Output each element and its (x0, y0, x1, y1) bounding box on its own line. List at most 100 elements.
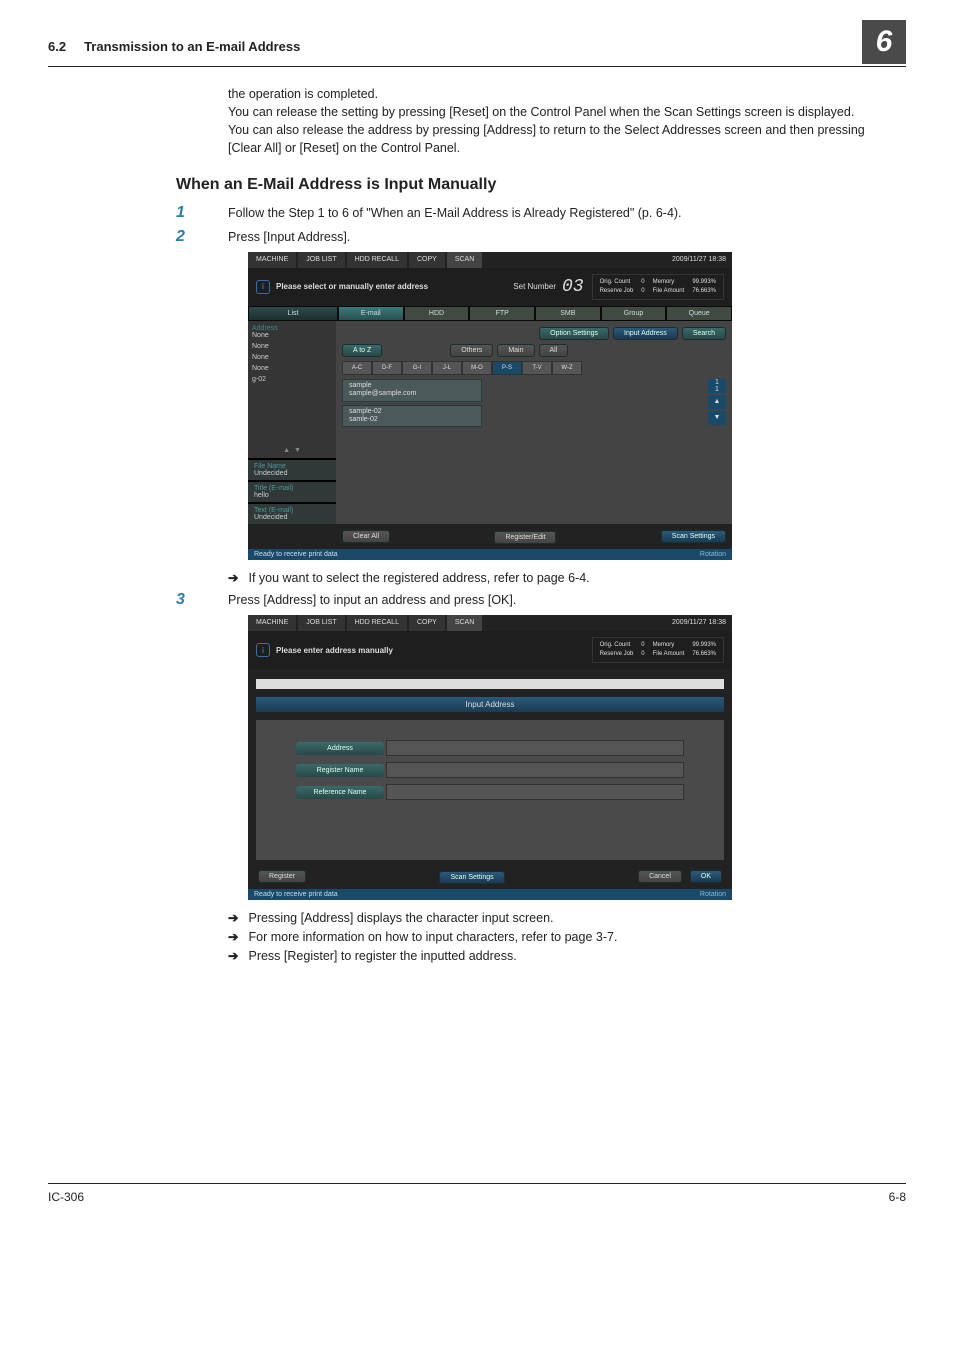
intro-para: You can release the setting by pressing … (228, 103, 870, 157)
ok-button[interactable]: OK (690, 870, 722, 883)
step-text: Press [Address] to input an address and … (228, 591, 516, 607)
key-wz[interactable]: W-Z (552, 361, 582, 375)
key-ac[interactable]: A-C (342, 361, 372, 375)
status-counters: Orig. Count0Memory99.993% Reserve Job0Fi… (592, 637, 724, 663)
all-button[interactable]: All (539, 344, 569, 357)
step-3: 3 Press [Address] to input an address an… (176, 591, 906, 609)
option-settings-button[interactable]: Option Settings (539, 327, 609, 340)
a-to-z-button[interactable]: A to Z (342, 344, 382, 357)
input-address-button[interactable]: Input Address (613, 327, 678, 340)
tab-machine[interactable]: MACHINE (248, 252, 296, 268)
note-text: Pressing [Address] displays the characte… (248, 911, 553, 925)
tab-scan[interactable]: SCAN (447, 615, 482, 631)
clear-all-button[interactable]: Clear All (342, 530, 390, 543)
page-indicator: 11 ▲ ▼ (708, 379, 726, 431)
chapter-badge: 6 (862, 20, 906, 64)
status-text: Ready to receive print data (254, 891, 338, 898)
address-entry[interactable]: samplesample@sample.com (342, 379, 482, 402)
key-mo[interactable]: M-O (462, 361, 492, 375)
key-gi[interactable]: G-I (402, 361, 432, 375)
tab-hddrecall[interactable]: HDD RECALL (347, 252, 407, 268)
tab-hddrecall[interactable]: HDD RECALL (347, 615, 407, 631)
address-button[interactable]: Address (296, 742, 384, 755)
tab-machine[interactable]: MACHINE (248, 615, 296, 631)
alpha-filter: A-C D-F G-I J-L M-O P-S T-V W-Z (342, 361, 726, 375)
note-text: For more information on how to input cha… (248, 930, 617, 944)
dialog-title: Input Address (256, 697, 724, 712)
scroll-up-button[interactable]: ▲ (708, 395, 726, 409)
register-edit-button[interactable]: Register/Edit (494, 531, 556, 544)
input-fields-area: Address Register Name Reference Name (256, 720, 724, 860)
footer-right: 6-8 (889, 1190, 906, 1204)
tab-queue[interactable]: Queue (667, 307, 731, 320)
scan-settings-button[interactable]: Scan Settings (661, 530, 726, 543)
instruction-text: Please enter address manually (276, 646, 584, 655)
reference-name-input[interactable] (386, 784, 684, 800)
cancel-button[interactable]: Cancel (638, 870, 682, 883)
main-button[interactable]: Main (497, 344, 534, 357)
section-number: 6.2 (48, 39, 66, 54)
section-title: Transmission to an E-mail Address (84, 39, 862, 54)
register-name-button[interactable]: Register Name (296, 764, 384, 777)
reference-name-button[interactable]: Reference Name (296, 786, 384, 799)
address-input[interactable] (386, 740, 684, 756)
others-button[interactable]: Others (450, 344, 493, 357)
intro-line1: the operation is completed. (228, 85, 870, 103)
step-2: 2 Press [Input Address]. (176, 228, 906, 246)
arrow-icon: ➔ (228, 910, 238, 925)
timestamp: 2009/11/27 18:38 (666, 617, 732, 628)
step2-note: ➔ If you want to select the registered a… (228, 570, 906, 585)
screen-topbar: MACHINE JOB LIST HDD RECALL COPY SCAN 20… (248, 252, 732, 268)
key-jl[interactable]: J-L (432, 361, 462, 375)
tab-scan[interactable]: SCAN (447, 252, 482, 268)
screenshot-select-address: MACHINE JOB LIST HDD RECALL COPY SCAN 20… (248, 252, 732, 560)
set-number: Set Number 03 (513, 277, 583, 297)
tab-hdd[interactable]: HDD (405, 307, 469, 320)
tab-joblist[interactable]: JOB LIST (298, 252, 344, 268)
tab-copy[interactable]: COPY (409, 615, 445, 631)
step-text: Press [Input Address]. (228, 228, 350, 244)
screenshot-input-address: MACHINE JOB LIST HDD RECALL COPY SCAN 20… (248, 615, 732, 900)
subsection-heading: When an E-Mail Address is Input Manually (176, 176, 906, 194)
note-text: Press [Register] to register the inputte… (248, 949, 516, 963)
tab-joblist[interactable]: JOB LIST (298, 615, 344, 631)
key-ps[interactable]: P-S (492, 361, 522, 375)
tab-list[interactable]: List (249, 307, 337, 320)
scan-settings-button[interactable]: Scan Settings (439, 871, 504, 884)
tab-copy[interactable]: COPY (409, 252, 445, 268)
page-header: 6.2 Transmission to an E-mail Address 6 (48, 32, 906, 67)
register-name-input[interactable] (386, 762, 684, 778)
address-main: Option Settings Input Address Search A t… (336, 321, 732, 458)
info-icon: i (256, 643, 270, 657)
step-1: 1 Follow the Step 1 to 6 of "When an E-M… (176, 204, 906, 222)
step-number: 3 (176, 591, 228, 609)
step-text: Follow the Step 1 to 6 of "When an E-Mai… (228, 204, 682, 220)
status-text: Ready to receive print data (254, 551, 338, 558)
arrow-icon: ➔ (228, 948, 238, 963)
address-sidebar: AddressNone None None None g-02 ▲ ▼ (248, 321, 336, 458)
search-button[interactable]: Search (682, 327, 726, 340)
key-df[interactable]: D-F (372, 361, 402, 375)
step-number: 2 (176, 228, 228, 246)
info-icon: i (256, 280, 270, 294)
tab-ftp[interactable]: FTP (470, 307, 534, 320)
page-footer: IC-306 6-8 (48, 1183, 906, 1204)
rotation-indicator: Rotation (700, 891, 726, 898)
tab-group[interactable]: Group (602, 307, 666, 320)
scroll-down-button[interactable]: ▼ (708, 411, 726, 425)
footer-left: IC-306 (48, 1190, 84, 1204)
step-number: 1 (176, 204, 228, 222)
instruction-text: Please select or manually enter address (276, 282, 513, 291)
arrow-icon: ➔ (228, 929, 238, 944)
timestamp: 2009/11/27 18:38 (666, 254, 732, 265)
tab-email[interactable]: E-mail (339, 307, 403, 320)
arrow-icon: ➔ (228, 570, 238, 585)
key-tv[interactable]: T-V (522, 361, 552, 375)
status-counters: Orig. Count0Memory99.993% Reserve Job0Fi… (592, 274, 724, 300)
register-button[interactable]: Register (258, 870, 306, 883)
set-number-value: 03 (562, 277, 584, 297)
rotation-indicator: Rotation (700, 551, 726, 558)
address-entry[interactable]: sample-02samle-02 (342, 405, 482, 428)
intro-block: the operation is completed. You can rele… (228, 85, 870, 158)
tab-smb[interactable]: SMB (536, 307, 600, 320)
